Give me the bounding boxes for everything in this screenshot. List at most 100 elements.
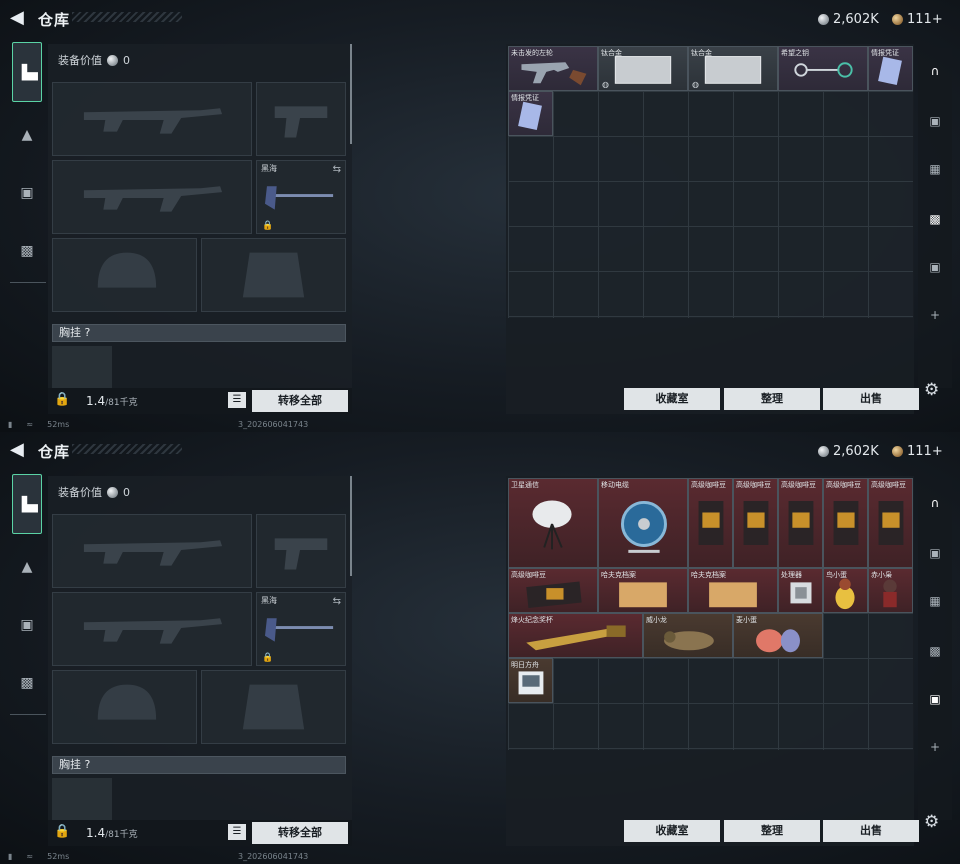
inventory-item[interactable]: 烽火纪念奖杯 (508, 613, 643, 658)
inventory-item[interactable]: 麦小蛋 (733, 613, 823, 658)
silver-coin-icon (107, 54, 118, 66)
inventory-item[interactable]: 明日方舟 (508, 658, 553, 703)
tab-helmet[interactable]: ▲ (12, 552, 42, 582)
armor-slot[interactable] (201, 670, 346, 744)
inventory-item[interactable]: 高级咖啡豆 (868, 478, 913, 568)
coffee-bag-icon (698, 501, 724, 545)
gold-currency[interactable]: 111+ (892, 10, 943, 28)
tab-vest[interactable]: ▣ (12, 178, 42, 208)
primary-weapon-slot[interactable] (52, 514, 252, 588)
sort-button[interactable]: 整理 (724, 388, 820, 410)
chest-rig-slot[interactable] (52, 346, 112, 388)
inventory-item[interactable]: 哈夫克档案 (688, 568, 778, 613)
weight-readout: 1.4/81千克 (86, 394, 138, 408)
weight-capacity: /81千克 (105, 830, 138, 840)
list-view-icon[interactable]: ☰ (228, 824, 246, 840)
settings-gear-icon[interactable]: ⚙ (924, 380, 939, 400)
inventory-item[interactable]: 钛合金 ◍ (688, 46, 778, 91)
inventory-panel: 卫星通信 移动电缆 高级咖啡豆 高级咖啡豆 高级咖啡豆 高级咖啡豆 高级咖啡豆 (506, 476, 919, 846)
melee-slot[interactable]: 黑海 ⇆ 🔒 (256, 592, 346, 666)
transfer-all-button[interactable]: 转移全部 (252, 822, 348, 844)
inventory-item[interactable]: 情报凭证 (868, 46, 913, 91)
inventory-item[interactable]: 移动电缆 (598, 478, 688, 568)
tab-helmet[interactable]: ▲ (12, 120, 42, 150)
sell-button[interactable]: 出售 (823, 388, 919, 410)
storage-tab-selected[interactable]: ▣ (922, 688, 948, 710)
helmet-slot[interactable] (52, 238, 197, 312)
secondary-weapon-slot[interactable] (52, 160, 252, 234)
item-name: 情报凭证 (511, 94, 539, 102)
item-name: 高级咖啡豆 (691, 481, 726, 489)
armor-slot[interactable] (201, 238, 346, 312)
inventory-item[interactable]: 高级咖啡豆 (733, 478, 778, 568)
add-storage-button[interactable]: + (922, 736, 948, 758)
storage-tab-main[interactable]: ∩ (922, 60, 948, 82)
back-arrow-icon[interactable]: ◀ (10, 441, 28, 459)
pistol-slot[interactable] (256, 514, 346, 588)
inventory-item[interactable]: 高级咖啡豆 (508, 568, 598, 613)
ping-value: 52ms (47, 420, 70, 429)
tab-vest[interactable]: ▣ (12, 610, 42, 640)
collection-button[interactable]: 收藏室 (624, 820, 720, 842)
storage-tab-selected[interactable]: ▩ (922, 208, 948, 230)
item-name: 移动电缆 (601, 481, 629, 489)
storage-tab-grid[interactable]: ▩ (922, 640, 948, 662)
tab-weapons[interactable]: ▐▄ (12, 474, 42, 534)
storage-tab-tv-2[interactable]: ▣ (922, 256, 948, 278)
inventory-item[interactable]: 处理器 (778, 568, 823, 613)
inventory-item[interactable]: 钛合金 ◍ (598, 46, 688, 91)
pistol-icon: ▐▄ (16, 497, 38, 513)
loadout-scrollbar[interactable] (350, 44, 352, 144)
storage-tab-image[interactable]: ▦ (922, 158, 948, 180)
lock-icon[interactable]: 🔒 (54, 392, 70, 407)
satellite-dish-icon (532, 500, 572, 550)
inventory-item[interactable]: 高级咖啡豆 (688, 478, 733, 568)
inventory-item[interactable]: 鸟小蛋 (823, 568, 868, 613)
inventory-item[interactable]: 赤小枭 (868, 568, 913, 613)
silver-coin-icon (818, 13, 829, 25)
storage-tab-tv-1[interactable]: ▣ (922, 542, 948, 564)
inventory-item[interactable]: 卫星通信 (508, 478, 598, 568)
chest-rig-header[interactable]: 胸挂 ? (52, 756, 346, 774)
inventory-item[interactable]: 高级咖啡豆 (778, 478, 823, 568)
sort-button[interactable]: 整理 (724, 820, 820, 842)
gold-coin-icon (892, 445, 903, 457)
helmet-slot[interactable] (52, 670, 197, 744)
inventory-item[interactable]: 未击发的左轮 (508, 46, 598, 91)
storage-tab-image[interactable]: ▦ (922, 590, 948, 612)
collection-button[interactable]: 收藏室 (624, 388, 720, 410)
settings-gear-icon[interactable]: ⚙ (924, 812, 939, 832)
image-icon: ▦ (929, 162, 941, 176)
transfer-all-button[interactable]: 转移全部 (252, 390, 348, 412)
inventory-item[interactable]: 哈夫克档案 (598, 568, 688, 613)
tab-weapons[interactable]: ▐▄ (12, 42, 42, 102)
add-storage-button[interactable]: + (922, 304, 948, 326)
pistol-slot[interactable] (256, 82, 346, 156)
melee-slot[interactable]: 黑海 ⇆ 🔒 (256, 160, 346, 234)
loadout-scrollbar[interactable] (350, 476, 352, 576)
tab-case[interactable]: ▩ (12, 668, 42, 698)
tab-case[interactable]: ▩ (12, 236, 42, 266)
storage-tab-tv-1[interactable]: ▣ (922, 110, 948, 132)
lock-icon: 🔒 (262, 221, 274, 231)
inventory-item[interactable]: 高级咖啡豆 (823, 478, 868, 568)
inventory-item[interactable]: 威小龙 (643, 613, 733, 658)
loadout-panel: 装备价值 0 黑海 ⇆ 🔒 胸挂 ? 🔒 1.4/81千克 ☰ 转移全部 (48, 44, 352, 414)
lock-icon[interactable]: 🔒 (54, 824, 70, 839)
storage-tab-main[interactable]: ∩ (922, 492, 948, 514)
silver-amount: 2,602K (833, 11, 879, 27)
back-arrow-icon[interactable]: ◀ (10, 9, 28, 27)
chest-rig-header[interactable]: 胸挂 ? (52, 324, 346, 342)
primary-weapon-slot[interactable] (52, 82, 252, 156)
chest-rig-slot[interactable] (52, 778, 112, 820)
helmet-icon: ▲ (21, 127, 33, 143)
tv-icon: ▣ (929, 114, 941, 128)
inventory-item[interactable]: 情报凭证 (508, 91, 553, 136)
gold-currency[interactable]: 111+ (892, 442, 943, 460)
item-name: 哈夫克档案 (691, 571, 726, 579)
secondary-weapon-slot[interactable] (52, 592, 252, 666)
list-view-icon[interactable]: ☰ (228, 392, 246, 408)
sell-button[interactable]: 出售 (823, 820, 919, 842)
silver-currency: 2,602K (818, 10, 879, 28)
inventory-item[interactable]: 希望之钥 (778, 46, 868, 91)
